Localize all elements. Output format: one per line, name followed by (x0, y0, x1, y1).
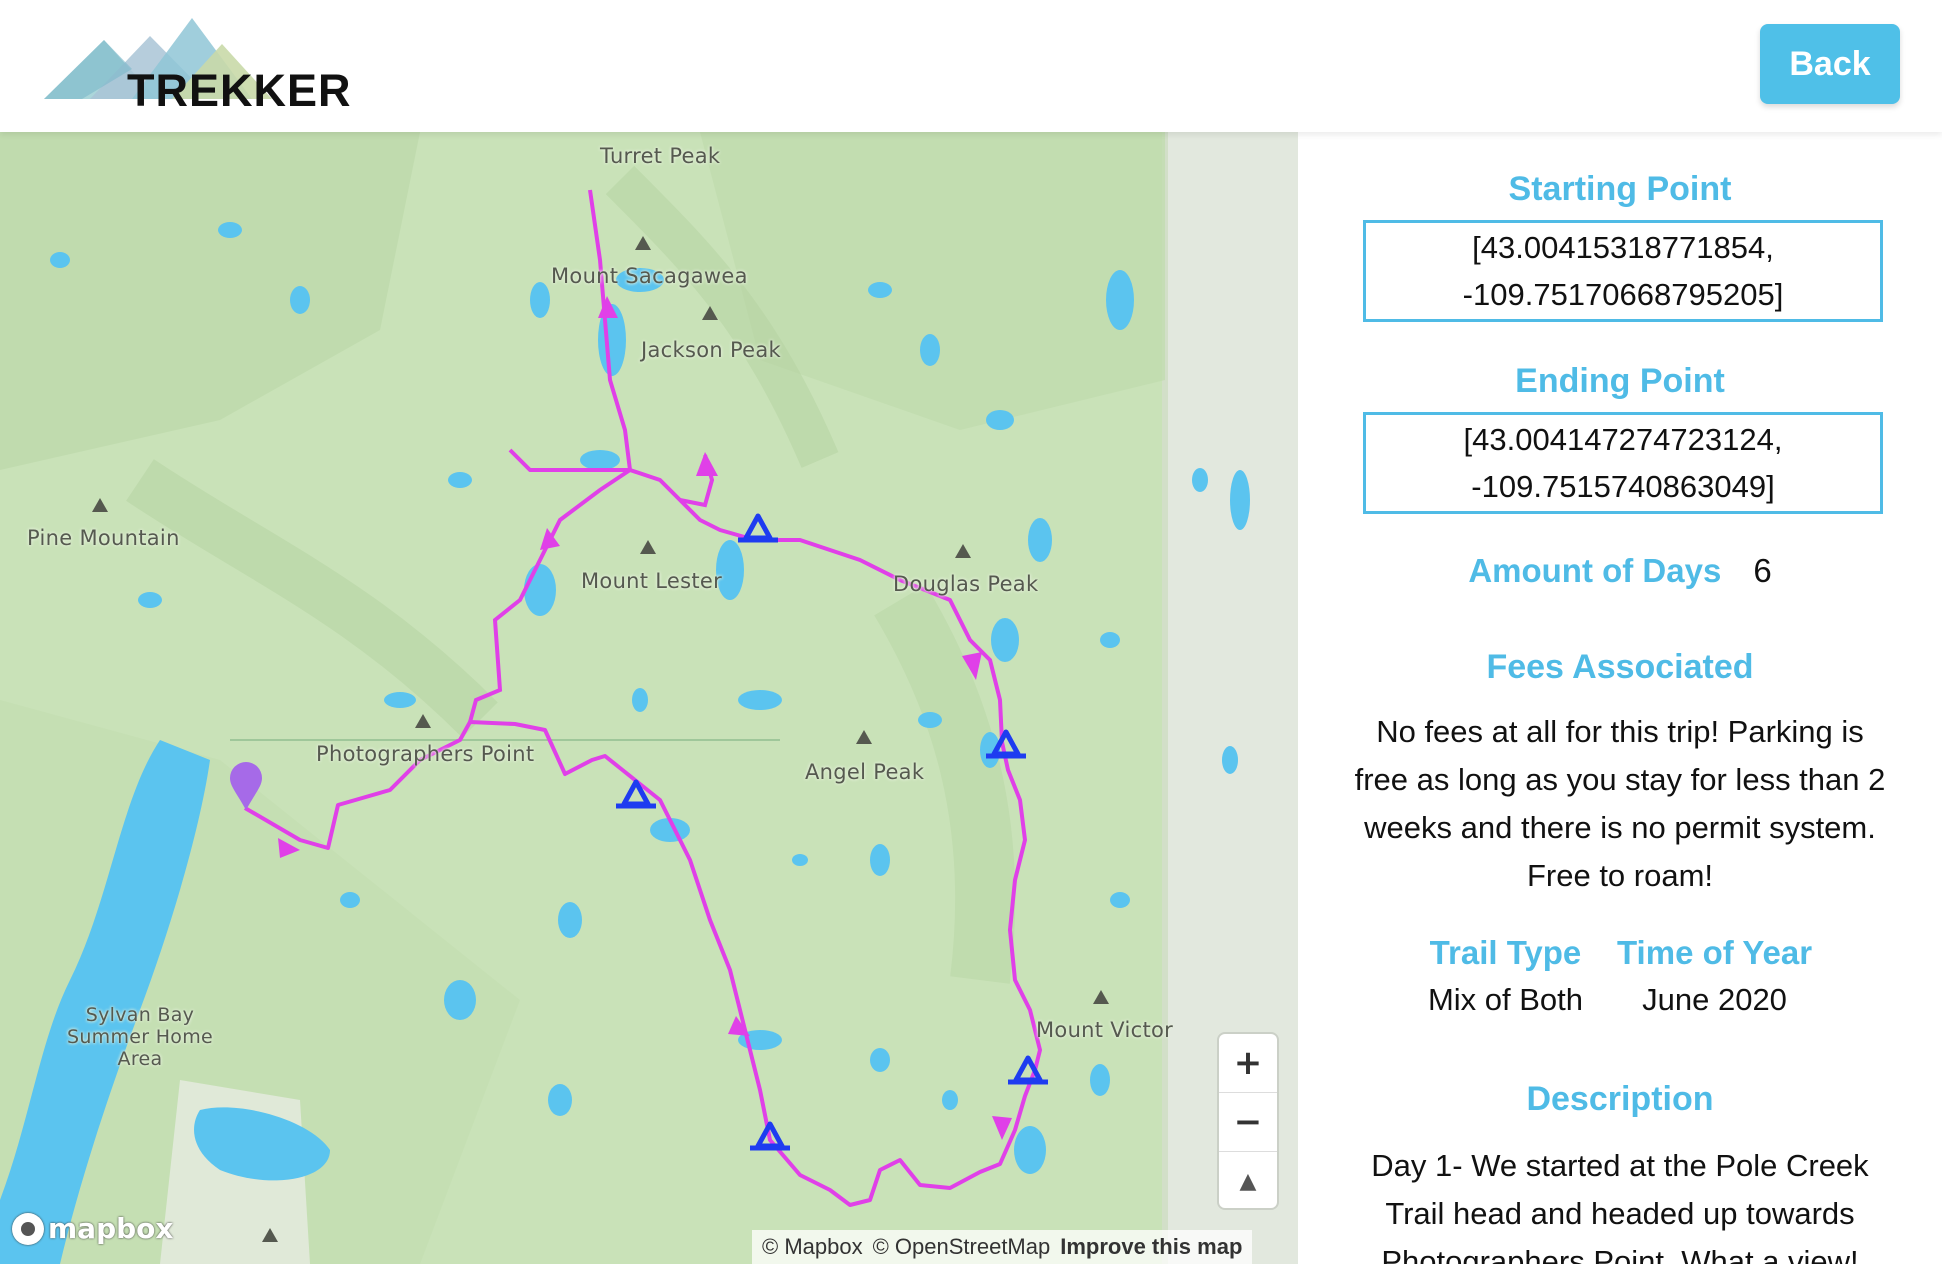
map-canvas[interactable] (0, 132, 1298, 1264)
starting-point-line2: -109.75170668795205] (1462, 277, 1784, 312)
label-mount-victor: Mount Victor (1036, 1018, 1174, 1042)
trip-details-panel: Starting Point [43.00415318771854, -109.… (1298, 132, 1942, 1264)
label-sylvan-bay: Sylvan Bay Summer Home Area (66, 1004, 214, 1070)
starting-point-heading: Starting Point (1508, 170, 1732, 208)
trail-info-row: Trail Type Mix of Both Time of Year June… (1298, 934, 1942, 1018)
amount-of-days-row: Amount of Days 6 (1298, 552, 1942, 590)
app-header: TREKKER Back (0, 0, 1942, 132)
zoom-in-button[interactable]: + (1219, 1034, 1277, 1092)
label-turret-peak: Turret Peak (600, 144, 721, 168)
fees-heading: Fees Associated (1486, 648, 1754, 686)
attribution-mapbox-link[interactable]: © Mapbox (762, 1234, 863, 1260)
compass-icon: ▲ (1239, 1168, 1257, 1194)
label-mount-sacagawea: Mount Sacagawea (551, 264, 748, 288)
starting-point-box: [43.00415318771854, -109.75170668795205] (1363, 220, 1883, 322)
time-of-year-value: June 2020 (1642, 982, 1787, 1017)
amount-of-days-value: 6 (1753, 552, 1772, 589)
mapbox-logo-icon (12, 1212, 44, 1245)
svg-text:TREKKER: TREKKER (127, 65, 352, 114)
description-heading: Description (1526, 1080, 1714, 1118)
description-text: Day 1- We started at the Pole Creek Trai… (1371, 1148, 1869, 1264)
label-jackson-peak: Jackson Peak (641, 338, 782, 362)
label-angel-peak: Angel Peak (805, 760, 925, 784)
ending-point-box: [43.004147274723124, -109.7515740863049] (1363, 412, 1883, 514)
label-pine-mountain: Pine Mountain (27, 526, 180, 550)
trail-type-label: Trail Type (1429, 934, 1582, 971)
starting-point-line1: [43.00415318771854, (1472, 230, 1774, 265)
label-mount-lester: Mount Lester (581, 569, 723, 593)
fees-text: No fees at all for this trip! Parking is… (1354, 714, 1886, 893)
ending-point-heading: Ending Point (1515, 362, 1725, 400)
back-button[interactable]: Back (1760, 24, 1900, 104)
label-douglas-peak: Douglas Peak (893, 572, 1039, 596)
label-photographers-point: Photographers Point (316, 742, 535, 766)
ending-point-line2: -109.7515740863049] (1471, 469, 1775, 504)
attribution-osm-link[interactable]: © OpenStreetMap (873, 1234, 1051, 1260)
compass-button[interactable]: ▲ (1219, 1151, 1277, 1210)
zoom-control: + − ▲ (1219, 1034, 1277, 1208)
ending-point-line1: [43.004147274723124, (1463, 422, 1783, 457)
map-attribution: © Mapbox © OpenStreetMap Improve this ma… (752, 1230, 1253, 1264)
trekker-logo[interactable]: TREKKER (42, 14, 362, 114)
time-of-year-label: Time of Year (1617, 934, 1813, 971)
trail-map[interactable]: Turret Peak Mount Sacagawea Jackson Peak… (0, 132, 1298, 1264)
mapbox-logo[interactable]: mapbox (12, 1212, 173, 1245)
zoom-out-button[interactable]: − (1219, 1092, 1277, 1151)
improve-map-link[interactable]: Improve this map (1060, 1234, 1242, 1260)
amount-of-days-label: Amount of Days (1468, 552, 1722, 589)
trail-type-value: Mix of Both (1427, 982, 1583, 1017)
